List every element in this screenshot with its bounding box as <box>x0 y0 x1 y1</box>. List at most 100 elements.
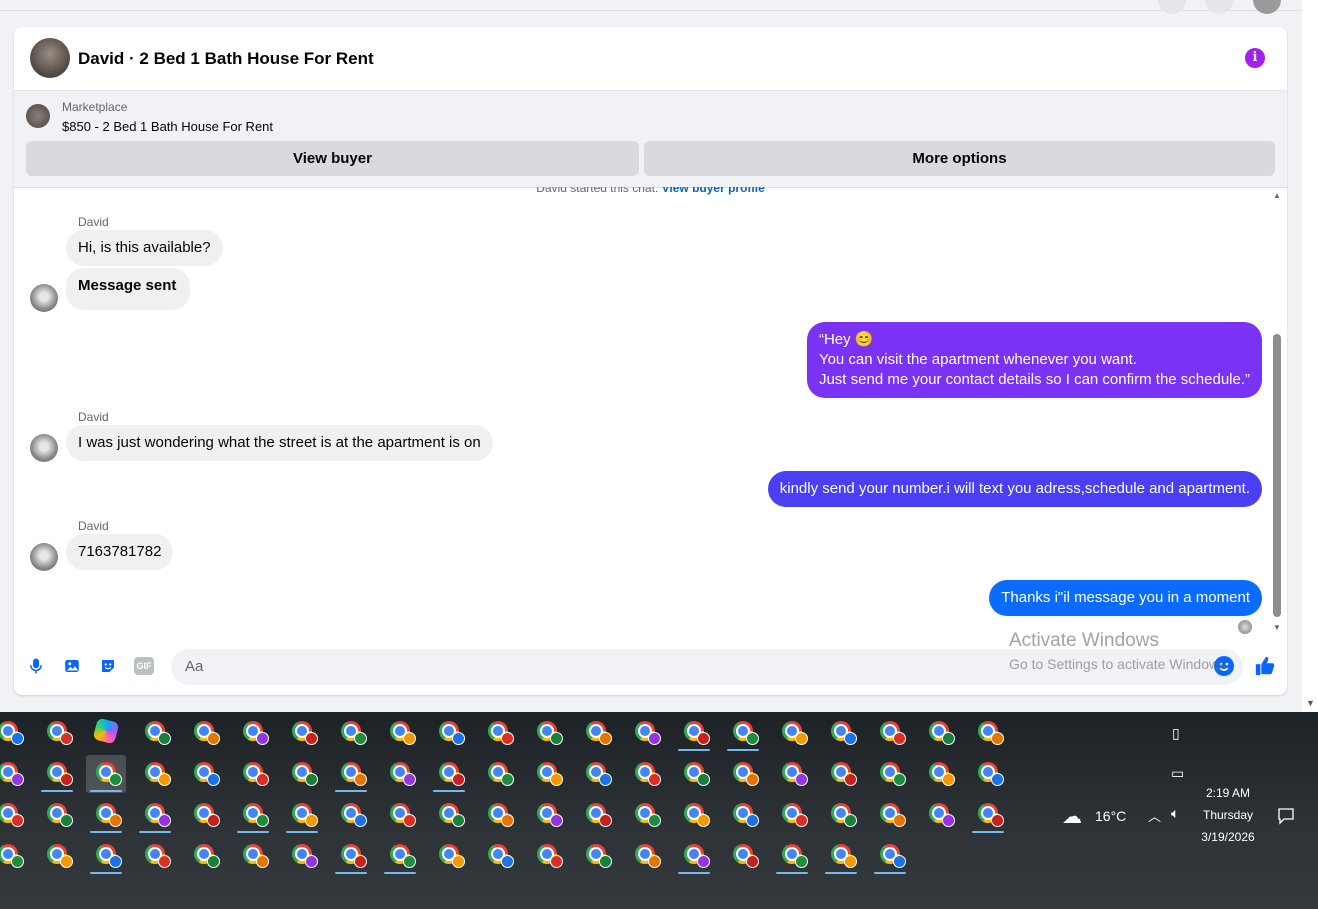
chrome-profile-taskbar-icon[interactable] <box>429 796 469 834</box>
chrome-profile-taskbar-icon[interactable] <box>968 796 1008 834</box>
view-buyer-profile-link[interactable]: View buyer profile <box>662 187 765 195</box>
chrome-profile-taskbar-icon[interactable] <box>625 796 665 834</box>
notification-icon[interactable] <box>1277 807 1295 825</box>
incoming-message[interactable]: 7163781782 <box>66 534 174 570</box>
chrome-profile-taskbar-icon[interactable] <box>37 796 77 834</box>
chrome-profile-taskbar-icon[interactable] <box>870 714 910 752</box>
chrome-profile-taskbar-icon[interactable] <box>37 837 77 875</box>
chrome-profile-taskbar-icon[interactable] <box>478 755 518 793</box>
listing-title[interactable]: $850 - 2 Bed 1 Bath House For Rent <box>62 119 273 134</box>
chrome-profile-taskbar-icon[interactable] <box>135 755 175 793</box>
incoming-message[interactable]: Hi, is this available? <box>66 230 223 266</box>
scroll-up-arrow-icon[interactable]: ▲ <box>1273 191 1281 200</box>
chrome-profile-taskbar-icon[interactable] <box>870 837 910 875</box>
chrome-profile-taskbar-icon[interactable] <box>37 755 77 793</box>
chrome-profile-taskbar-icon[interactable] <box>0 796 28 834</box>
chrome-profile-taskbar-icon[interactable] <box>919 714 959 752</box>
chrome-profile-taskbar-icon[interactable] <box>478 714 518 752</box>
incoming-message[interactable]: I was just wondering what the street is … <box>66 425 493 461</box>
sticker-icon[interactable] <box>99 657 117 675</box>
chrome-profile-taskbar-icon[interactable] <box>380 837 420 875</box>
chrome-profile-taskbar-icon[interactable] <box>625 714 665 752</box>
photo-icon[interactable] <box>63 657 81 675</box>
chrome-profile-taskbar-icon[interactable] <box>135 796 175 834</box>
avatar[interactable] <box>30 38 70 78</box>
chrome-profile-taskbar-icon[interactable] <box>772 837 812 875</box>
chrome-profile-taskbar-icon[interactable] <box>919 755 959 793</box>
chrome-profile-taskbar-icon[interactable] <box>233 837 273 875</box>
chrome-profile-taskbar-icon[interactable] <box>870 796 910 834</box>
scroll-down-arrow-icon[interactable]: ▼ <box>1273 623 1281 632</box>
chrome-profile-taskbar-icon[interactable] <box>233 796 273 834</box>
chrome-profile-taskbar-icon[interactable] <box>184 714 224 752</box>
chrome-profile-taskbar-icon[interactable] <box>429 755 469 793</box>
chrome-profile-taskbar-icon[interactable] <box>282 714 322 752</box>
chrome-profile-taskbar-icon[interactable] <box>576 755 616 793</box>
chrome-profile-taskbar-icon[interactable] <box>233 755 273 793</box>
weather-cloud-icon[interactable]: ☁ <box>1062 804 1082 829</box>
chrome-profile-taskbar-icon[interactable] <box>478 837 518 875</box>
chrome-profile-taskbar-icon[interactable] <box>282 837 322 875</box>
chrome-profile-taskbar-icon[interactable] <box>576 837 616 875</box>
chrome-profile-taskbar-icon[interactable] <box>576 714 616 752</box>
chrome-profile-taskbar-icon[interactable] <box>772 714 812 752</box>
chrome-profile-taskbar-icon[interactable] <box>282 796 322 834</box>
chrome-profile-taskbar-icon[interactable] <box>772 755 812 793</box>
view-buyer-button[interactable]: View buyer <box>26 141 639 176</box>
phone-link-icon[interactable]: ▯ <box>1172 725 1180 742</box>
chrome-profile-taskbar-icon[interactable] <box>184 837 224 875</box>
chrome-profile-taskbar-icon[interactable] <box>86 837 126 875</box>
chrome-profile-taskbar-icon[interactable] <box>821 755 861 793</box>
chrome-profile-taskbar-icon[interactable] <box>331 796 371 834</box>
chrome-profile-taskbar-icon[interactable] <box>184 755 224 793</box>
chrome-profile-taskbar-icon[interactable] <box>380 755 420 793</box>
chrome-profile-taskbar-icon[interactable] <box>527 714 567 752</box>
avatar[interactable] <box>30 284 58 312</box>
page-scrollbar[interactable] <box>1302 0 1318 712</box>
chevron-up-icon[interactable]: ︿ <box>1148 806 1161 825</box>
chrome-profile-taskbar-icon[interactable] <box>429 837 469 875</box>
outgoing-message[interactable]: Thanks i"il message you in a moment <box>989 580 1262 616</box>
info-icon[interactable]: i <box>1245 48 1265 68</box>
clock-time[interactable]: 2:19 AM <box>1198 786 1258 800</box>
chrome-profile-taskbar-icon[interactable] <box>723 755 763 793</box>
chrome-profile-taskbar-icon[interactable] <box>527 837 567 875</box>
conversation-title[interactable]: David · 2 Bed 1 Bath House For Rent <box>78 49 374 69</box>
outgoing-message[interactable]: “Hey 😊 You can visit the apartment whene… <box>806 322 1262 398</box>
chrome-profile-taskbar-icon[interactable] <box>625 837 665 875</box>
microphone-icon[interactable] <box>27 657 45 675</box>
chrome-profile-taskbar-icon[interactable] <box>135 837 175 875</box>
chrome-profile-taskbar-icon[interactable] <box>233 714 273 752</box>
chrome-profile-taskbar-icon[interactable] <box>723 837 763 875</box>
chrome-profile-taskbar-icon[interactable] <box>184 796 224 834</box>
clock-date[interactable]: 3/19/2026 <box>1198 830 1258 844</box>
chrome-profile-taskbar-icon[interactable] <box>86 755 126 793</box>
like-icon[interactable] <box>1254 655 1276 677</box>
chrome-profile-taskbar-icon[interactable] <box>919 796 959 834</box>
scroll-down-arrow-icon[interactable]: ▼ <box>1306 698 1315 708</box>
message-thread[interactable]: David started this chat. View buyer prof… <box>14 187 1287 637</box>
chrome-profile-taskbar-icon[interactable] <box>968 714 1008 752</box>
chrome-profile-taskbar-icon[interactable] <box>772 796 812 834</box>
chrome-profile-taskbar-icon[interactable] <box>674 755 714 793</box>
more-options-button[interactable]: More options <box>644 141 1275 176</box>
chrome-profile-taskbar-icon[interactable] <box>282 755 322 793</box>
chrome-profile-taskbar-icon[interactable] <box>331 837 371 875</box>
listing-thumbnail[interactable] <box>26 104 50 128</box>
chrome-profile-taskbar-icon[interactable] <box>821 796 861 834</box>
chrome-profile-taskbar-icon[interactable] <box>821 714 861 752</box>
copilot-taskbar-icon[interactable] <box>86 714 126 752</box>
chrome-profile-taskbar-icon[interactable] <box>0 837 28 875</box>
outgoing-message[interactable]: kindly send your number.i will text you … <box>767 471 1262 507</box>
chat-scrollbar-thumb[interactable] <box>1273 334 1281 617</box>
chrome-profile-taskbar-icon[interactable] <box>527 755 567 793</box>
incoming-message[interactable]: Message sent <box>66 268 191 310</box>
gif-icon[interactable]: GIF <box>134 657 154 675</box>
avatar[interactable] <box>30 543 58 571</box>
chrome-profile-taskbar-icon[interactable] <box>576 796 616 834</box>
chrome-profile-taskbar-icon[interactable] <box>331 755 371 793</box>
clock-day[interactable]: Thursday <box>1198 808 1258 822</box>
chrome-profile-taskbar-icon[interactable] <box>723 796 763 834</box>
chrome-profile-taskbar-icon[interactable] <box>429 714 469 752</box>
chrome-profile-taskbar-icon[interactable] <box>0 755 28 793</box>
